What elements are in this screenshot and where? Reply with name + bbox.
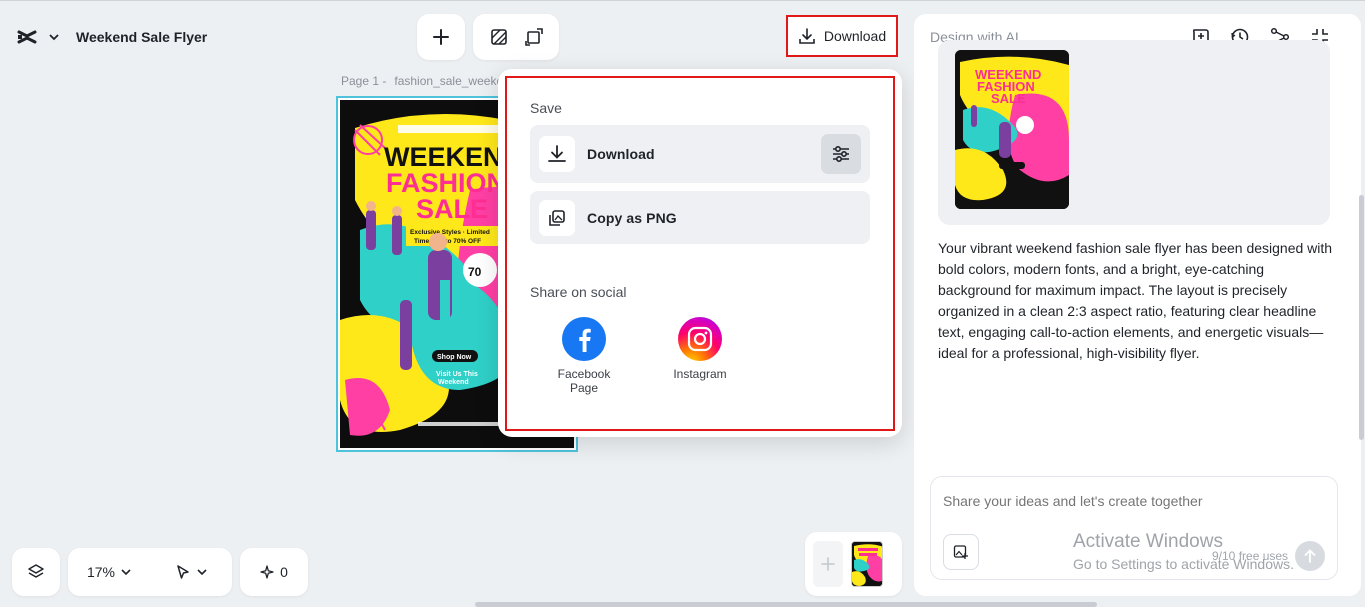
layers-button[interactable] <box>12 548 60 596</box>
download-button[interactable]: Download <box>786 15 898 57</box>
facebook-icon <box>562 317 606 361</box>
send-button[interactable] <box>1295 541 1325 571</box>
project-menu[interactable]: Weekend Sale Flyer <box>4 14 226 60</box>
share-instagram-button[interactable]: Instagram <box>655 317 745 381</box>
cursor-icon <box>177 565 189 579</box>
resize-icon[interactable] <box>524 28 543 46</box>
credits-count: 0 <box>280 564 288 580</box>
zoom-and-pointer-controls: 17% <box>68 548 232 596</box>
design-preview-thumbnail[interactable]: WEEKEND FASHION SALE <box>955 50 1069 209</box>
zoom-dropdown[interactable]: 17% <box>68 564 150 580</box>
svg-text:Time · Up to 70% OFF: Time · Up to 70% OFF <box>414 238 481 245</box>
instagram-label: Instagram <box>673 367 727 381</box>
copy-image-icon <box>539 199 575 236</box>
share-facebook-button[interactable]: Facebook Page <box>539 317 629 395</box>
plus-icon <box>432 28 450 46</box>
page-number: Page 1 - <box>341 74 387 88</box>
instagram-icon <box>678 317 722 361</box>
download-option-label: Download <box>587 146 655 162</box>
document-title[interactable]: Weekend Sale Flyer <box>76 29 207 45</box>
top-divider <box>0 0 1365 1</box>
canvas-horizontal-scrollbar[interactable] <box>475 602 1097 607</box>
page-thumbnails <box>805 532 902 596</box>
ai-response-message: Your vibrant weekend fashion sale flyer … <box>938 240 1333 361</box>
svg-text:SALE: SALE <box>991 91 1026 106</box>
windows-activation-watermark-title: Activate Windows <box>1073 531 1223 552</box>
add-page-button[interactable] <box>813 541 843 587</box>
plus-icon <box>821 557 835 571</box>
chevron-down-icon <box>121 569 131 575</box>
page-label: Page 1 - fashion_sale_weekend <box>341 74 516 88</box>
svg-text:Weekend: Weekend <box>438 379 469 386</box>
download-option[interactable]: Download <box>530 125 870 183</box>
arrow-up-icon <box>1304 549 1316 563</box>
ai-credits-button[interactable]: 0 <box>240 548 308 596</box>
page-1-thumbnail[interactable] <box>851 541 883 587</box>
download-label: Download <box>823 28 887 44</box>
download-icon <box>798 27 816 45</box>
save-heading: Save <box>530 100 562 116</box>
flyer-line-3: SALE <box>416 194 488 224</box>
svg-text:Visit Us This: Visit Us This <box>436 371 478 378</box>
copy-as-png-label: Copy as PNG <box>587 209 677 226</box>
capcut-logo-icon <box>16 28 38 46</box>
chevron-down-icon <box>197 569 207 575</box>
share-heading: Share on social <box>530 284 627 300</box>
windows-activation-watermark-text: Go to Settings to activate Windows. <box>1073 556 1294 572</box>
panel-scrollbar[interactable] <box>1359 195 1364 440</box>
facebook-label-line1: Facebook <box>557 367 611 381</box>
image-upload-icon <box>953 545 968 559</box>
svg-text:Shop Now: Shop Now <box>437 354 472 361</box>
copy-as-png-option[interactable]: Copy as PNG <box>530 191 870 244</box>
background-icon[interactable] <box>490 28 508 46</box>
sliders-icon <box>833 145 849 163</box>
facebook-label-line2: Page <box>569 381 599 395</box>
layers-icon <box>28 564 44 578</box>
svg-text:70: 70 <box>468 265 482 279</box>
upload-image-button[interactable] <box>943 534 979 570</box>
svg-text:Exclusive Styles · Limited: Exclusive Styles · Limited <box>410 229 490 236</box>
download-option-icon <box>539 136 575 172</box>
chevron-down-icon[interactable] <box>48 33 60 41</box>
zoom-level: 17% <box>86 564 116 580</box>
sparkle-icon <box>260 565 274 579</box>
chat-input[interactable] <box>943 493 1323 509</box>
pointer-tool-dropdown[interactable] <box>150 564 232 580</box>
canvas-tools <box>473 14 559 60</box>
add-button[interactable] <box>417 14 465 60</box>
download-settings-button[interactable] <box>821 134 861 174</box>
